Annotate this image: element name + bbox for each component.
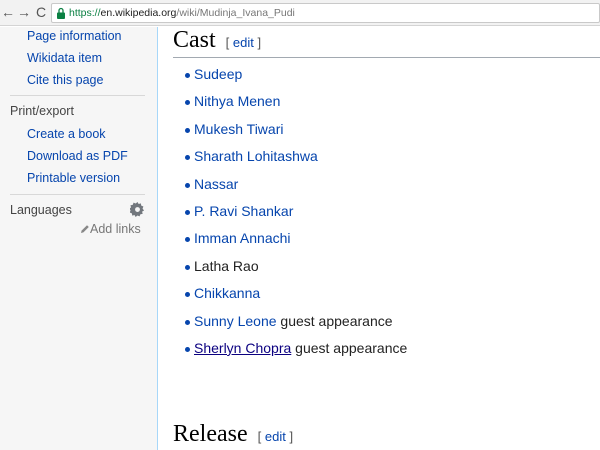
url-text: https://en.wikipedia.org/wiki/Mudinja_Iv… [69, 6, 295, 21]
cast-member-note: guest appearance [276, 312, 393, 329]
bullet-icon [185, 292, 190, 298]
list-item: Chikkanna [185, 282, 407, 309]
bullet-icon [185, 100, 190, 106]
sidebar: Page information Wikidata item Cite this… [0, 27, 157, 450]
cast-heading-text: Cast [173, 27, 216, 53]
list-item: Sharath Lohitashwa [185, 145, 407, 172]
edit-bracket-open: [ [257, 429, 262, 444]
languages-heading: Languages [10, 203, 72, 217]
bullet-icon [185, 346, 190, 352]
edit-bracket-close: ] [257, 35, 262, 50]
cast-member-link[interactable]: Sunny Leone [194, 313, 277, 329]
list-item: Latha Rao [185, 255, 407, 282]
cast-edit-link: [ edit ] [226, 35, 261, 50]
edit-bracket-open: [ [225, 35, 230, 50]
forward-arrow-icon[interactable]: → [16, 4, 32, 21]
list-item: Nassar [185, 173, 407, 200]
list-item: Sudeep [185, 63, 407, 90]
lock-icon [57, 7, 65, 19]
cast-member-link[interactable]: Nassar [194, 176, 238, 192]
cast-member-link[interactable]: Chikkanna [194, 285, 260, 301]
bullet-icon [185, 73, 190, 78]
url-host: en.wikipedia.org [100, 7, 177, 19]
cast-member-link[interactable]: Sudeep [194, 66, 242, 82]
cast-member-link[interactable]: P. Ravi Shankar [194, 203, 293, 219]
cast-member-link[interactable]: Sharath Lohitashwa [194, 148, 318, 164]
cast-member-link[interactable]: Nithya Menen [194, 93, 280, 109]
list-item: Sunny Leone guest appearance [185, 310, 407, 337]
list-item: Imman Annachi [185, 227, 407, 254]
bullet-icon [185, 237, 190, 243]
sidebar-item-page-information[interactable]: Page information [27, 29, 122, 43]
sidebar-item-create-a-book[interactable]: Create a book [27, 127, 106, 141]
reload-icon[interactable]: C [33, 4, 49, 21]
sidebar-item-cite-this-page[interactable]: Cite this page [27, 73, 103, 87]
cast-member-link[interactable]: Imman Annachi [194, 230, 291, 246]
list-item: Mukesh Tiwari [185, 118, 407, 145]
sidebar-item-wikidata-item[interactable]: Wikidata item [27, 51, 102, 65]
article-content: Cast [ edit ] Sudeep Nithya Menen Mukesh … [157, 27, 600, 450]
cast-member-link[interactable]: Mukesh Tiwari [194, 121, 283, 137]
release-heading-text: Release [173, 421, 248, 447]
bullet-icon [185, 264, 190, 270]
release-edit-button[interactable]: edit [265, 429, 286, 444]
address-bar[interactable]: https://en.wikipedia.org/wiki/Mudinja_Iv… [51, 3, 600, 23]
bullet-icon [185, 127, 190, 133]
gear-icon[interactable] [130, 202, 145, 217]
cast-list: Sudeep Nithya Menen Mukesh Tiwari Sharat… [185, 63, 407, 364]
back-arrow-icon[interactable]: ← [0, 4, 16, 21]
cast-member-note: guest appearance [291, 339, 408, 356]
edit-bracket-close: ] [289, 429, 294, 444]
heading-rule [173, 57, 600, 58]
add-links-label: Add links [90, 222, 141, 236]
add-links-link[interactable]: Add links [80, 222, 141, 236]
print-export-heading[interactable]: Print/export [10, 104, 74, 118]
bullet-icon [185, 182, 190, 188]
sidebar-divider [10, 95, 145, 96]
sidebar-divider [10, 194, 145, 195]
cast-member-name: Latha Rao [194, 257, 259, 274]
cast-heading: Cast [ edit ] [173, 27, 261, 54]
url-path: /wiki/Mudinja_Ivana_Pudi [176, 7, 295, 19]
browser-toolbar: ← → C https://en.wikipedia.org/wiki/Mudi… [0, 0, 600, 26]
bullet-icon [185, 319, 190, 325]
cast-edit-button[interactable]: edit [233, 35, 254, 50]
pencil-icon [81, 225, 89, 233]
cast-member-link[interactable]: Sherlyn Chopra [194, 340, 291, 356]
release-edit-link: [ edit ] [258, 429, 293, 444]
sidebar-item-printable-version[interactable]: Printable version [27, 171, 120, 185]
bullet-icon [185, 209, 190, 215]
bullet-icon [185, 155, 190, 161]
url-scheme: https:// [69, 7, 101, 19]
list-item: P. Ravi Shankar [185, 200, 407, 227]
list-item: Nithya Menen [185, 90, 407, 117]
list-item: Sherlyn Chopra guest appearance [185, 337, 407, 364]
release-heading: Release [ edit ] [173, 421, 293, 448]
sidebar-item-download-as-pdf[interactable]: Download as PDF [27, 149, 128, 163]
